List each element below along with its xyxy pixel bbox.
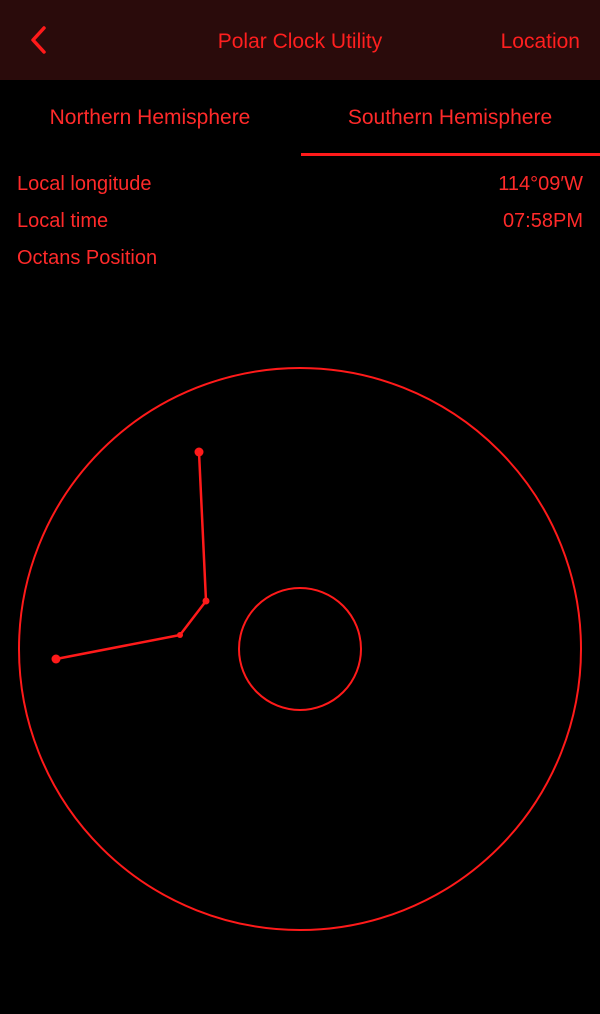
octans-asterism-line	[55, 451, 208, 661]
octans-row: Octans Position	[17, 247, 583, 277]
star-marker	[194, 447, 204, 457]
longitude-value: 114°09′W	[498, 173, 583, 195]
outer-circle	[18, 367, 582, 931]
inner-circle	[238, 587, 362, 711]
hemisphere-tabs: Northern Hemisphere Southern Hemisphere	[0, 80, 600, 156]
nav-bar: Polar Clock Utility Location	[0, 0, 600, 80]
time-value: 07:58PM	[502, 210, 583, 232]
time-label: Local time	[17, 210, 109, 232]
star-marker	[202, 597, 210, 605]
star-marker	[51, 654, 61, 664]
star-marker	[177, 632, 183, 638]
longitude-label: Local longitude	[17, 173, 152, 195]
selected-tab-indicator	[301, 153, 600, 156]
longitude-row: Local longitude 114°09′W	[17, 173, 583, 203]
tab-southern-hemisphere[interactable]: Southern Hemisphere	[300, 80, 600, 156]
location-button[interactable]: Location	[501, 0, 580, 84]
tab-northern-hemisphere[interactable]: Northern Hemisphere	[0, 80, 300, 156]
time-row: Local time 07:58PM	[17, 210, 583, 240]
octans-label: Octans Position	[17, 247, 158, 269]
